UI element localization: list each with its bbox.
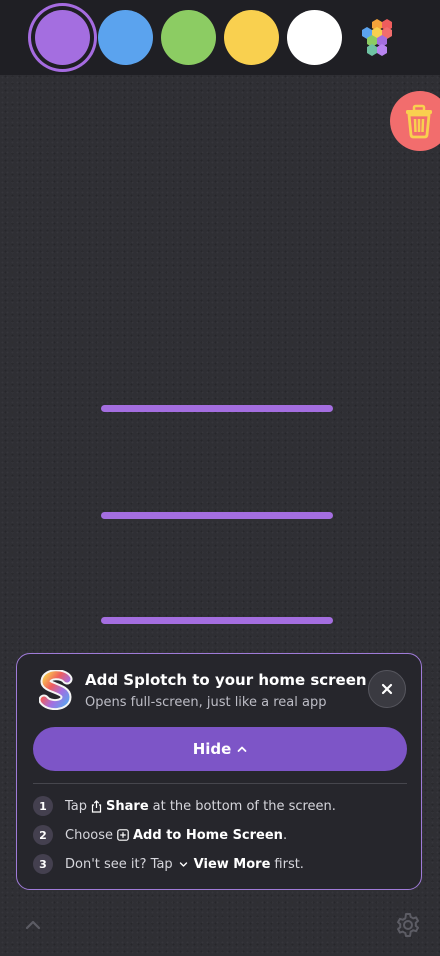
step-number: 3 <box>33 854 53 874</box>
step-number: 2 <box>33 825 53 845</box>
color-swatch-blue[interactable] <box>98 10 153 65</box>
collapse-toolbar-button[interactable] <box>22 916 44 934</box>
step-bold-text: View More <box>193 856 271 872</box>
share-icon <box>91 799 102 813</box>
step-number: 1 <box>33 796 53 816</box>
more-colors-button[interactable] <box>355 16 399 60</box>
chevron-up-icon <box>25 920 41 930</box>
step-bold-text: Share <box>106 798 149 814</box>
color-swatch-purple[interactable] <box>35 10 90 65</box>
instruction-step-1: 1 Tap Share at the bottom of the screen. <box>33 795 336 817</box>
close-button[interactable] <box>368 670 406 708</box>
instruction-step-2: 2 Choose Add to Home Screen . <box>33 824 287 846</box>
color-swatch-green[interactable] <box>161 10 216 65</box>
settings-button[interactable] <box>394 911 422 939</box>
color-swatch-yellow[interactable] <box>224 10 279 65</box>
trash-icon <box>406 104 432 139</box>
step-text: at the bottom of the screen. <box>152 798 336 814</box>
add-square-icon <box>117 829 129 841</box>
step-text: . <box>282 827 288 843</box>
hide-button-label: Hide <box>192 740 232 758</box>
color-swatch-white[interactable] <box>287 10 342 65</box>
drawn-stroke <box>101 512 333 519</box>
close-icon <box>381 683 393 695</box>
install-subtitle: Opens full-screen, just like a real app <box>85 695 327 710</box>
drawn-stroke <box>101 405 333 412</box>
chevron-up-icon <box>237 746 247 752</box>
hexagon-palette-icon <box>362 19 392 56</box>
divider <box>33 783 407 784</box>
step-text: Tap <box>65 798 88 814</box>
step-text: first. <box>274 856 304 872</box>
step-text: Don't see it? Tap <box>65 856 173 872</box>
instruction-step-3: 3 Don't see it? Tap View More first. <box>33 853 304 875</box>
color-palette-bar <box>0 0 440 75</box>
step-text: Choose <box>65 827 113 843</box>
install-title: Add Splotch to your home screen <box>85 671 367 689</box>
drawn-stroke <box>101 617 333 624</box>
add-to-home-screen-card: Add Splotch to your home screen Opens fu… <box>16 653 422 890</box>
clear-canvas-button[interactable] <box>390 91 440 151</box>
gear-icon <box>397 913 419 937</box>
hide-button[interactable]: Hide <box>33 727 407 771</box>
chevron-down-icon <box>179 861 188 868</box>
step-bold-text: Add to Home Screen <box>133 827 283 843</box>
splotch-logo-icon <box>39 670 73 710</box>
